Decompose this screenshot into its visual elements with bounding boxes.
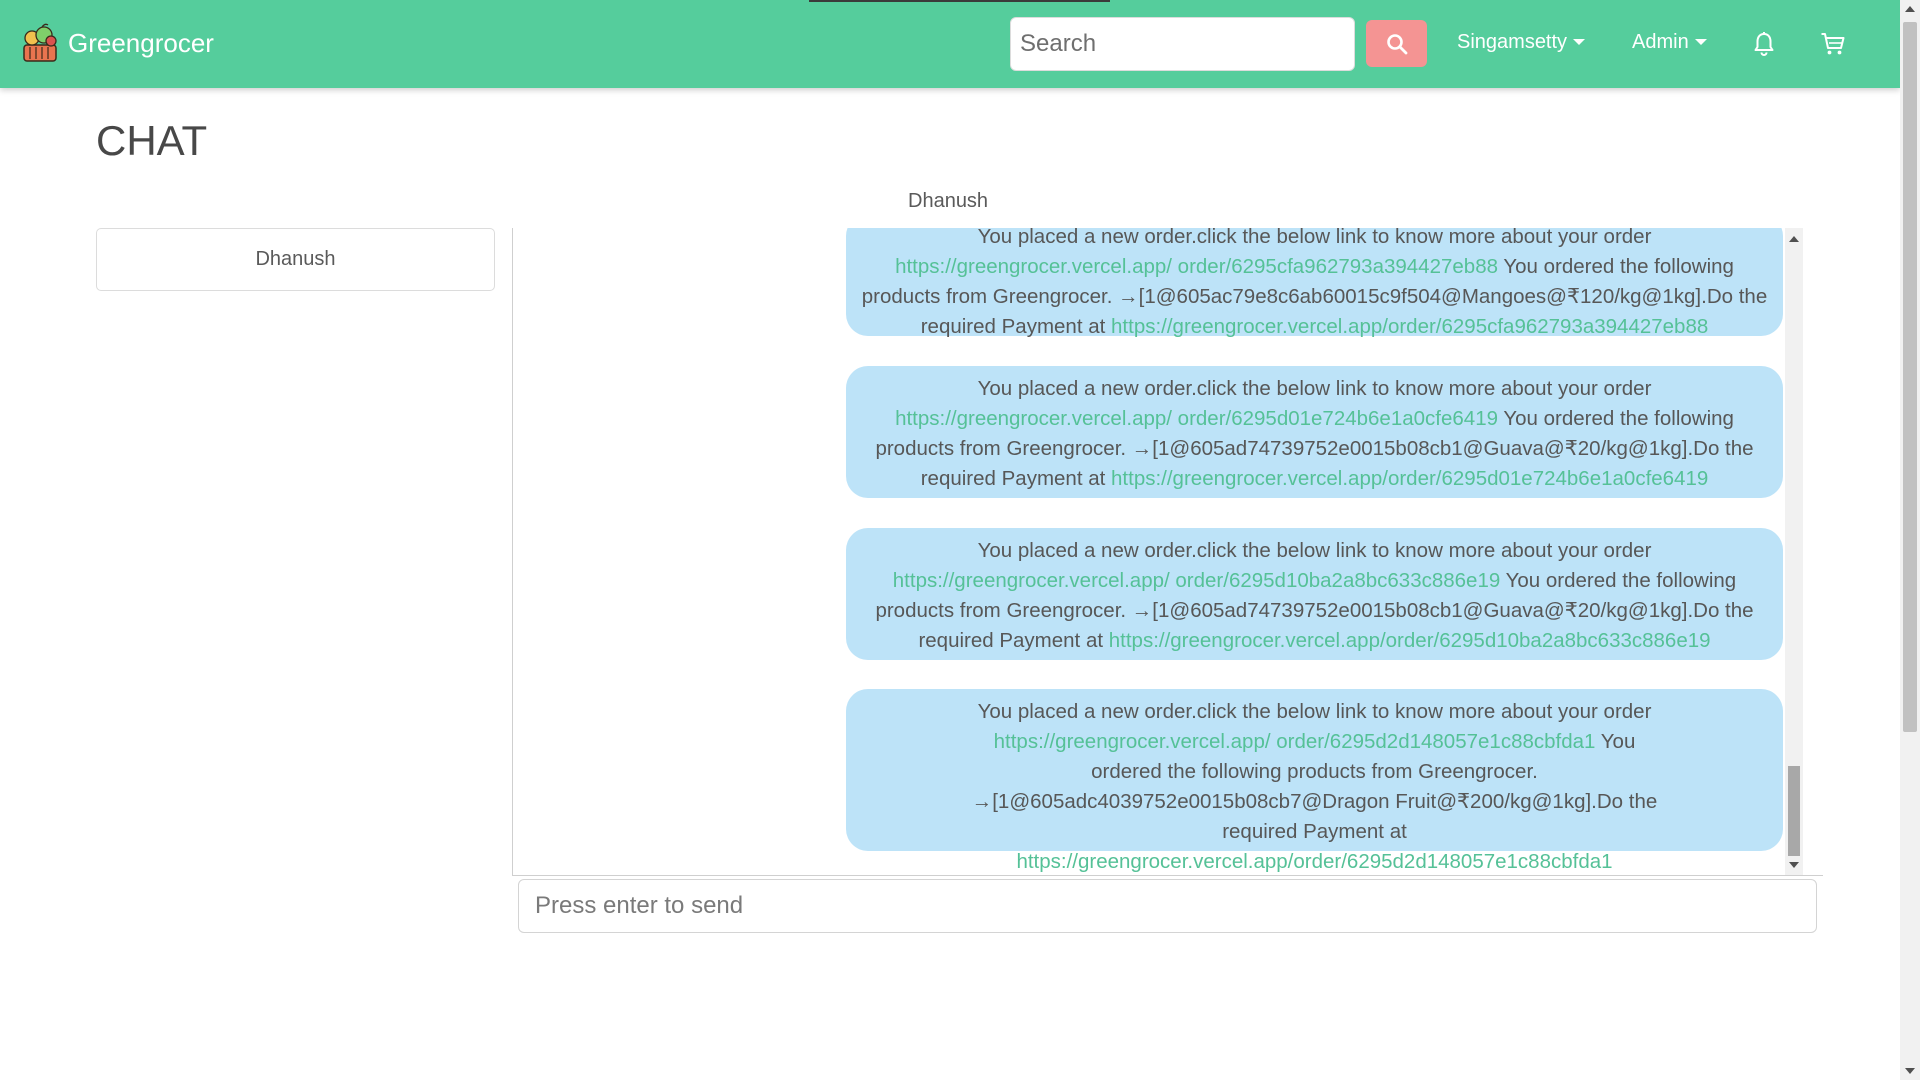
page-scrollbar-thumb[interactable] [1903, 22, 1917, 732]
scroll-up-arrow-icon[interactable] [1789, 236, 1799, 242]
user-menu-dropdown[interactable]: Singamsetty [1457, 28, 1586, 56]
message-bubble: You placed a new order.click the below l… [846, 228, 1783, 338]
notifications-button[interactable] [1749, 29, 1779, 59]
message-text: You placed a new order.click the below l… [977, 700, 1652, 723]
payment-link[interactable]: https://greengrocer.vercel.app/order/629… [1111, 467, 1708, 490]
scroll-down-arrow-icon[interactable] [1789, 862, 1799, 868]
admin-menu-dropdown[interactable]: Admin [1632, 28, 1707, 56]
chevron-down-icon [1694, 39, 1707, 45]
bell-icon [1754, 32, 1774, 56]
user-menu-label: Singamsetty [1457, 30, 1568, 53]
scrollbar-thumb[interactable] [1788, 766, 1800, 856]
page-title: CHAT [96, 117, 208, 164]
order-link[interactable]: https://greengrocer.vercel.app/ order/62… [994, 730, 1596, 753]
greengrocer-logo-icon [23, 23, 57, 62]
message-text: You placed a new order.click the below l… [977, 228, 1652, 248]
message-bubble: You placed a new order.click the below l… [846, 689, 1783, 873]
message-input[interactable] [518, 879, 1817, 933]
chat-messages-panel[interactable]: You placed a new order.click the below l… [512, 228, 1823, 876]
payment-link[interactable]: https://greengrocer.vercel.app/order/629… [1016, 850, 1612, 873]
message-bubble: You placed a new order.click the below l… [846, 366, 1783, 498]
page-scrollbar[interactable] [1900, 0, 1920, 1080]
message-list-scrollbar[interactable] [1785, 228, 1803, 875]
search-button[interactable] [1366, 20, 1427, 67]
navbar: Greengrocer Singamsetty Admin [0, 0, 1900, 88]
message-text: You placed a new order.click the below l… [977, 539, 1652, 562]
navbar-top-indicator [809, 0, 1110, 2]
brand-name: Greengrocer [68, 27, 214, 58]
order-link[interactable]: https://greengrocer.vercel.app/ order/62… [893, 569, 1500, 592]
brand[interactable]: Greengrocer [18, 20, 214, 66]
contact-item[interactable]: Dhanush [96, 228, 495, 291]
payment-link[interactable]: https://greengrocer.vercel.app/order/629… [1111, 315, 1708, 338]
chevron-down-icon [1573, 39, 1586, 45]
scroll-up-arrow-icon[interactable] [1905, 6, 1915, 12]
cart-button[interactable] [1818, 29, 1848, 59]
message-text: You placed a new order.click the below l… [977, 377, 1652, 400]
message-bubble: You placed a new order.click the below l… [846, 528, 1783, 660]
scroll-down-arrow-icon[interactable] [1905, 1068, 1915, 1074]
order-link[interactable]: https://greengrocer.vercel.app/ order/62… [895, 407, 1498, 430]
order-link[interactable]: https://greengrocer.vercel.app/ order/62… [895, 255, 1498, 278]
search-icon [1386, 33, 1407, 54]
search-input[interactable] [1010, 17, 1355, 71]
message-list: You placed a new order.click the below l… [513, 228, 1783, 875]
contact-name: Dhanush [255, 248, 336, 270]
payment-link[interactable]: https://greengrocer.vercel.app/order/629… [1109, 629, 1711, 652]
cart-icon [1821, 33, 1845, 55]
admin-menu-label: Admin [1632, 30, 1689, 53]
active-chat-name: Dhanush [908, 190, 989, 212]
